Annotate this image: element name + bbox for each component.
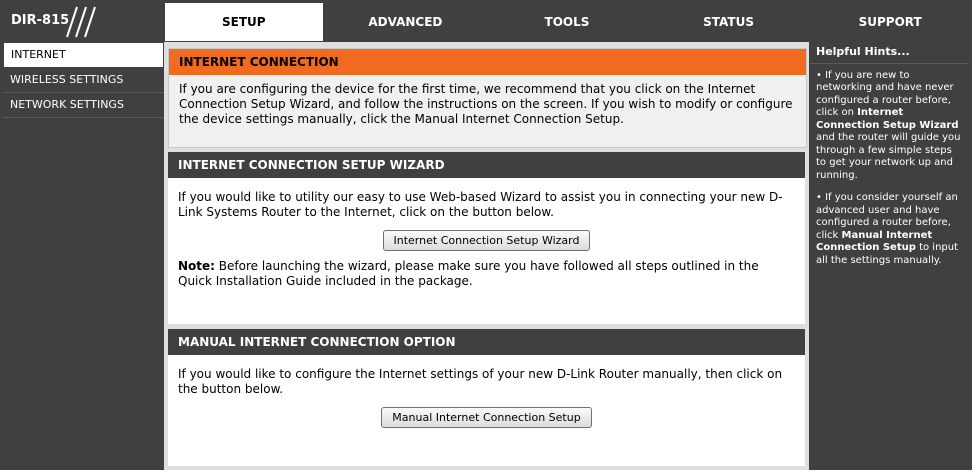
manual-connection-title: MANUAL INTERNET CONNECTION OPTION xyxy=(168,329,805,355)
internet-connection-title: INTERNET CONNECTION xyxy=(169,49,806,75)
manual-internet-connection-setup-button[interactable]: Manual Internet Connection Setup xyxy=(381,407,592,428)
tab-tools[interactable]: TOOLS xyxy=(488,3,646,41)
internet-connection-text: If you are configuring the device for th… xyxy=(169,75,806,133)
header: DIR-815 SETUP ADVANCED TOOLS STATUS SUPP… xyxy=(3,3,969,41)
tab-setup[interactable]: SETUP xyxy=(165,3,323,41)
slash-logo-icon xyxy=(66,6,96,38)
tab-advanced[interactable]: ADVANCED xyxy=(326,3,485,41)
note-label: Note: xyxy=(178,259,215,273)
internet-connection-panel: INTERNET CONNECTION If you are configuri… xyxy=(168,48,807,148)
hint-manual: • If you consider yourself an advanced u… xyxy=(810,186,969,271)
sidebar: INTERNET WIRELESS SETTINGS NETWORK SETTI… xyxy=(3,42,164,470)
manual-connection-text: If you would like to configure the Inter… xyxy=(178,367,783,396)
tab-status[interactable]: STATUS xyxy=(649,3,808,41)
hint-text: and the router will guide you through a … xyxy=(816,132,961,181)
top-nav-tabs: SETUP ADVANCED TOOLS STATUS SUPPORT xyxy=(165,3,969,41)
main-content: INTERNET CONNECTION If you are configuri… xyxy=(164,42,809,470)
note-text: Before launching the wizard, please make… xyxy=(178,259,759,288)
helpful-hints-panel: Helpful Hints... • If you are new to net… xyxy=(810,42,969,470)
setup-wizard-text: If you would like to utility our easy to… xyxy=(178,190,783,219)
model-badge: DIR-815 xyxy=(3,3,158,41)
hint-wizard: • If you are new to networking and have … xyxy=(810,64,969,187)
manual-connection-panel: MANUAL INTERNET CONNECTION OPTION If you… xyxy=(168,329,805,466)
setup-wizard-panel: INTERNET CONNECTION SETUP WIZARD If you … xyxy=(168,152,805,324)
wizard-note: Note: Before launching the wizard, pleas… xyxy=(178,259,795,289)
sidebar-item-network-settings[interactable]: NETWORK SETTINGS xyxy=(3,93,164,118)
internet-connection-setup-wizard-button[interactable]: Internet Connection Setup Wizard xyxy=(382,230,591,251)
router-admin-frame: DIR-815 SETUP ADVANCED TOOLS STATUS SUPP… xyxy=(0,0,972,470)
sidebar-item-internet[interactable]: INTERNET xyxy=(3,42,164,68)
setup-wizard-title: INTERNET CONNECTION SETUP WIZARD xyxy=(168,152,805,178)
tab-support[interactable]: SUPPORT xyxy=(811,3,969,41)
sidebar-item-wireless-settings[interactable]: WIRELESS SETTINGS xyxy=(3,68,164,93)
helpful-hints-title: Helpful Hints... xyxy=(810,42,969,64)
